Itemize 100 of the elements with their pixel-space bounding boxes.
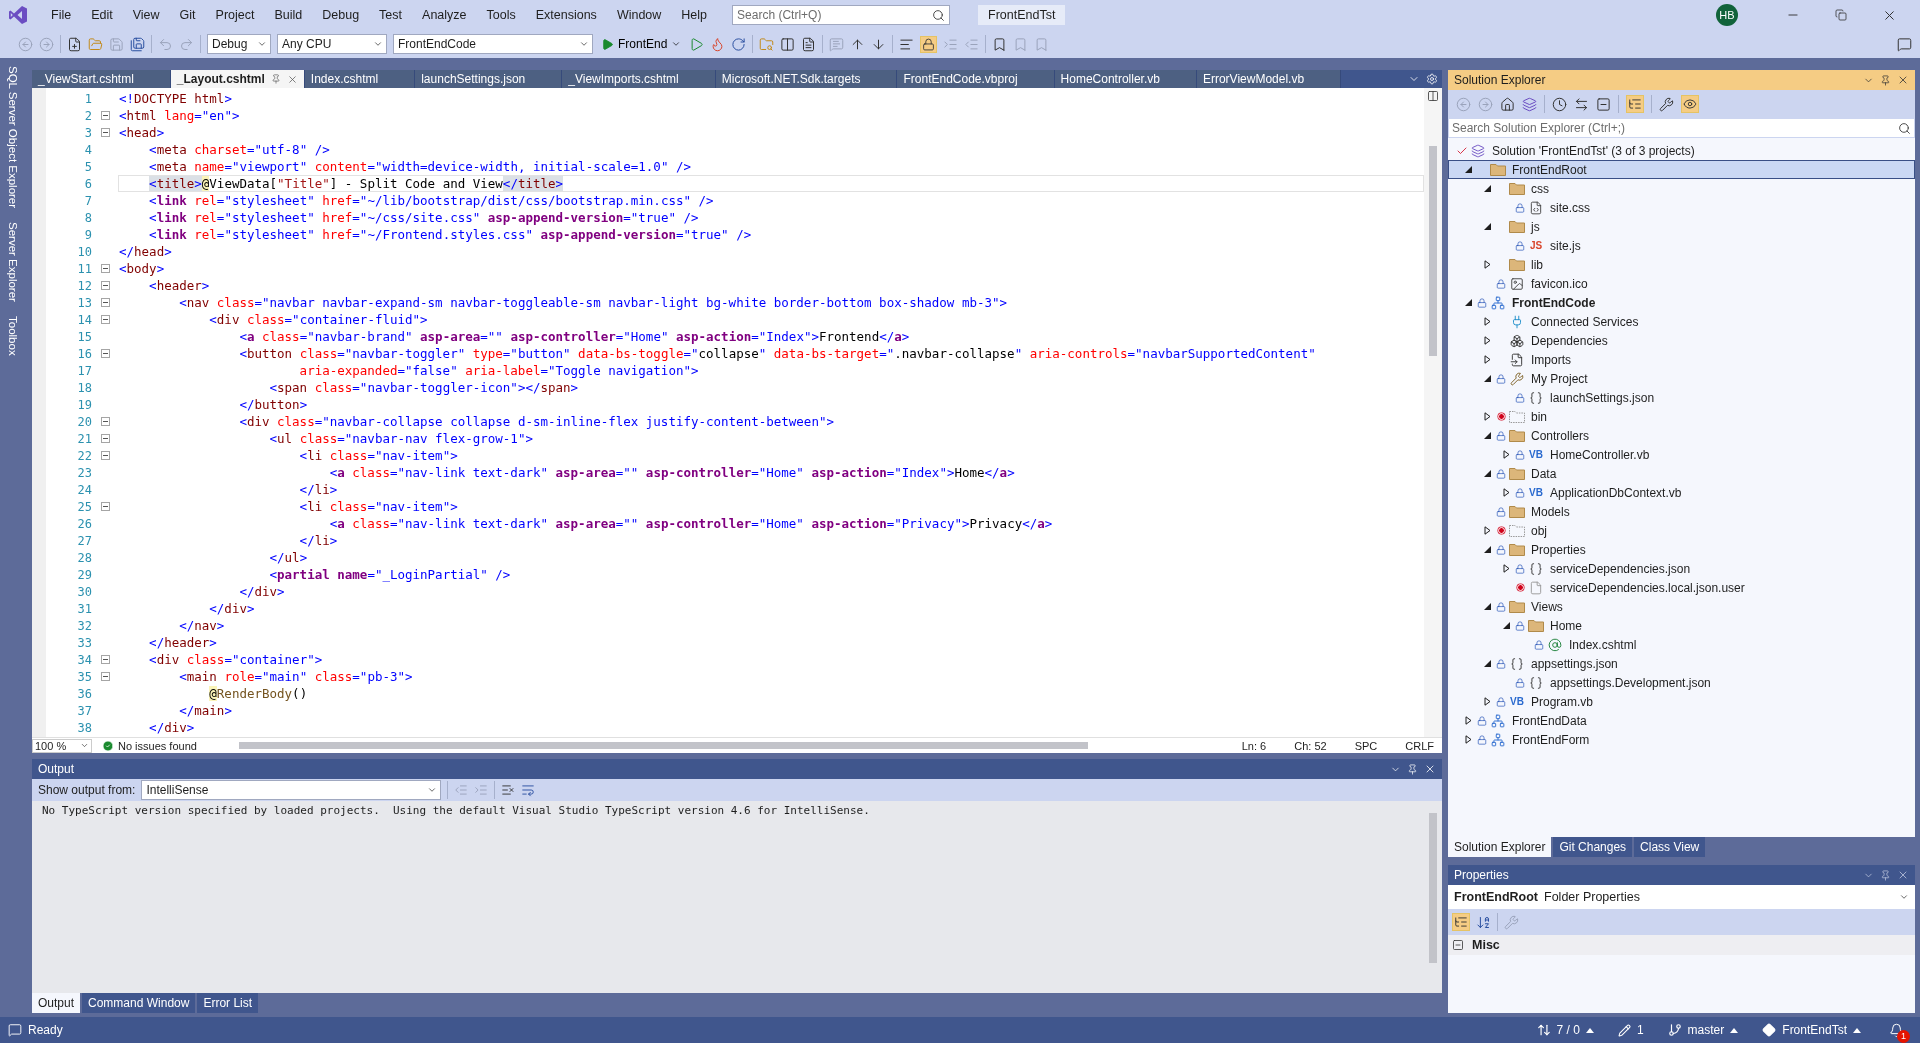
expander-icon[interactable] — [1463, 735, 1473, 744]
tree-item[interactable]: appsettings.json — [1448, 654, 1915, 673]
caret-icon[interactable] — [1899, 892, 1909, 902]
side-tab[interactable]: Toolbox — [7, 316, 19, 356]
start-without-debugging-icon[interactable] — [689, 36, 705, 52]
pin-icon[interactable] — [1880, 869, 1891, 881]
tree-item[interactable]: Home — [1448, 616, 1915, 635]
tree-item[interactable]: Models — [1448, 502, 1915, 521]
clock-icon[interactable] — [1552, 96, 1567, 112]
line-ending-indicator[interactable]: CRLF — [1405, 739, 1434, 752]
fold-toggle[interactable] — [100, 434, 110, 443]
startup-project-dropdown[interactable]: FrontEndCode — [393, 34, 593, 54]
word-wrap-icon[interactable] — [521, 783, 536, 797]
menu-item[interactable]: Edit — [82, 5, 122, 25]
tree-item[interactable]: Index.cshtml — [1448, 635, 1915, 654]
collapse-all-icon[interactable] — [1596, 96, 1611, 112]
fold-toggle[interactable] — [100, 264, 110, 273]
fold-toggle[interactable] — [100, 655, 110, 664]
tree-item[interactable]: FrontEndData — [1448, 711, 1915, 730]
tree-item[interactable]: VB HomeController.vb — [1448, 445, 1915, 464]
expander-icon[interactable] — [1501, 564, 1511, 573]
panel-tab[interactable]: Command Window — [82, 993, 196, 1013]
editor-tab[interactable]: ErrorViewModel.vb — [1196, 70, 1342, 88]
sync-icon[interactable] — [1574, 96, 1589, 112]
branch-indicator[interactable]: master — [1667, 1023, 1739, 1037]
search-icon[interactable] — [932, 8, 946, 22]
expander-icon[interactable] — [1482, 602, 1492, 611]
expander-icon[interactable] — [1482, 355, 1492, 364]
tree-item[interactable]: site.css — [1448, 198, 1915, 217]
expander-icon[interactable] — [1501, 621, 1511, 630]
menu-item[interactable]: View — [123, 5, 169, 25]
scroll-thumb[interactable] — [1429, 813, 1437, 963]
menu-item[interactable]: Test — [370, 5, 412, 25]
editor-tab[interactable]: _ViewStart.cshtml — [32, 70, 171, 88]
caret-icon[interactable] — [579, 39, 589, 49]
user-avatar[interactable]: HB — [1716, 4, 1738, 26]
tree-item[interactable]: VB ApplicationDbContext.vb — [1448, 483, 1915, 502]
notifications-icon[interactable] — [1889, 1022, 1904, 1038]
expander-icon[interactable] — [1463, 716, 1473, 725]
tree-item[interactable]: My Project — [1448, 369, 1915, 388]
panel-tab[interactable]: Class View — [1634, 837, 1706, 857]
tree-item[interactable]: VB Program.vb — [1448, 692, 1915, 711]
fold-toggle[interactable] — [100, 315, 110, 324]
caret-icon[interactable] — [373, 39, 383, 49]
fold-toggle[interactable] — [100, 298, 110, 307]
new-item-icon[interactable] — [67, 36, 82, 52]
fold-toggle[interactable] — [100, 111, 110, 120]
save-all-icon[interactable] — [130, 36, 145, 52]
configuration-dropdown[interactable]: Debug — [207, 34, 271, 54]
tree-item[interactable]: Properties — [1448, 540, 1915, 559]
tree-item[interactable]: Connected Services — [1448, 312, 1915, 331]
fold-toggle[interactable] — [100, 672, 110, 681]
tree-item[interactable]: Data — [1448, 464, 1915, 483]
caret-icon[interactable] — [80, 741, 89, 750]
feedback-icon[interactable] — [1897, 36, 1912, 52]
sort-alphabetical-icon[interactable] — [1476, 914, 1491, 930]
platform-dropdown[interactable]: Any CPU — [277, 34, 387, 54]
changes-indicator[interactable]: 1 — [1617, 1023, 1644, 1037]
caret-icon[interactable] — [427, 785, 438, 795]
expander-icon[interactable] — [1482, 374, 1492, 383]
pin-icon[interactable] — [1407, 763, 1418, 775]
expander-icon[interactable] — [1463, 165, 1473, 174]
restore-icon[interactable] — [1835, 9, 1847, 21]
tree-item[interactable]: lib — [1448, 255, 1915, 274]
panel-tab[interactable]: Solution Explorer — [1448, 837, 1552, 857]
expander-icon[interactable] — [1482, 184, 1492, 193]
clear-all-icon[interactable] — [501, 783, 516, 797]
side-tab[interactable]: SQL Server Object Explorer — [7, 66, 19, 209]
editor-tab[interactable]: Microsoft.NET.Sdk.targets — [715, 70, 898, 88]
editor-tab[interactable]: HomeController.vb — [1054, 70, 1197, 88]
expander-icon[interactable] — [1482, 336, 1492, 345]
arrow-down-icon[interactable] — [871, 36, 887, 52]
output-source-dropdown[interactable]: IntelliSense — [141, 780, 442, 800]
editor-tab[interactable]: launchSettings.json — [415, 70, 563, 88]
fold-toggle[interactable] — [100, 349, 110, 358]
menu-item[interactable]: Analyze — [413, 5, 476, 25]
tree-item[interactable]: Controllers — [1448, 426, 1915, 445]
menu-item[interactable]: Project — [206, 5, 264, 25]
expander-icon[interactable] — [1482, 431, 1492, 440]
bookmark-icon[interactable] — [992, 36, 1008, 52]
scroll-thumb[interactable] — [1429, 146, 1437, 356]
tree-item[interactable]: Imports — [1448, 350, 1915, 369]
tree-item[interactable]: JS site.js — [1448, 236, 1915, 255]
repository-indicator[interactable]: FrontEndTst — [1762, 1023, 1861, 1037]
tree-item[interactable]: favicon.ico — [1448, 274, 1915, 293]
zoom-dropdown[interactable]: 100 % — [32, 738, 92, 753]
collapse-icon[interactable] — [1452, 939, 1464, 951]
expander-icon[interactable] — [1482, 317, 1492, 326]
fold-toggle[interactable] — [100, 128, 110, 137]
search-field[interactable]: Search (Ctrl+Q) — [732, 5, 951, 25]
start-button[interactable]: FrontEnd — [599, 37, 684, 51]
split-icon[interactable] — [1427, 90, 1439, 102]
expander-icon[interactable] — [1501, 450, 1511, 459]
pin-icon[interactable] — [1880, 74, 1891, 86]
expander-icon[interactable] — [1482, 659, 1492, 668]
editor-tab[interactable]: _ViewImports.cshtml — [562, 70, 716, 88]
editor-tab[interactable]: Index.cshtml — [304, 70, 416, 88]
close-icon[interactable] — [1897, 74, 1909, 86]
home-icon[interactable] — [1500, 96, 1515, 112]
expander-icon[interactable] — [1501, 488, 1511, 497]
